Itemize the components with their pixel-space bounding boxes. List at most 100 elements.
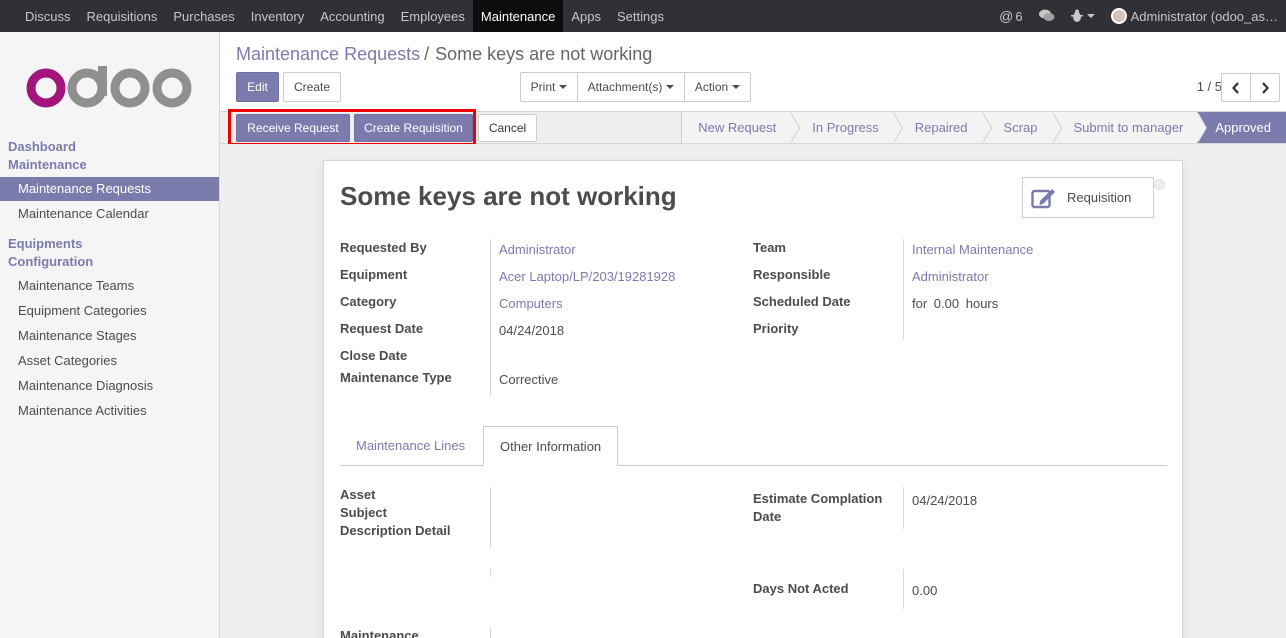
stage-approved[interactable]: Approved <box>1197 112 1286 143</box>
menu-apps[interactable]: Apps <box>563 0 609 32</box>
label-requested-by: Requested By <box>340 240 427 255</box>
field-divider <box>490 487 491 548</box>
stage-scrap[interactable]: Scrap <box>981 112 1062 143</box>
at-icon: @ <box>999 8 1014 24</box>
chevron-left-icon <box>1232 81 1239 94</box>
menu-discuss[interactable]: Discuss <box>17 0 79 32</box>
sidebar-section-equipments[interactable]: Equipments <box>8 235 82 253</box>
sidebar-item-asset-categories[interactable]: Asset Categories <box>0 349 219 373</box>
label-maintenance-type: Maintenance Type <box>340 370 452 385</box>
label-responsible: Responsible <box>753 267 831 282</box>
pager-next-button[interactable] <box>1250 73 1280 102</box>
notebook-tabs: Maintenance Lines Other Information <box>340 426 1167 466</box>
tab-maintenance-lines[interactable]: Maintenance Lines <box>340 426 481 466</box>
sidebar-item-maintenance-diagnosis[interactable]: Maintenance Diagnosis <box>0 374 219 398</box>
label-close-date: Close Date <box>340 348 408 363</box>
label-category: Category <box>340 294 397 309</box>
sidebar: Dashboard Maintenance Maintenance Reques… <box>0 32 220 638</box>
value-request-date: 04/24/2018 <box>499 323 565 338</box>
sidebar-section-maintenance[interactable]: Maintenance <box>8 156 87 174</box>
sidebar-section-configuration[interactable]: Configuration <box>8 253 93 271</box>
stage-repaired[interactable]: Repaired <box>892 112 992 143</box>
edit-icon <box>1031 188 1055 208</box>
create-requisition-button[interactable]: Create Requisition <box>354 114 473 142</box>
menu-requisitions[interactable]: Requisitions <box>79 0 166 32</box>
form-view: Some keys are not working Requisition Re… <box>220 144 1286 638</box>
value-maintenance-type: Corrective <box>499 372 559 387</box>
menu-settings[interactable]: Settings <box>609 0 672 32</box>
print-dropdown[interactable]: Print <box>520 72 578 102</box>
label-team: Team <box>753 240 786 255</box>
breadcrumb-current: Some keys are not working <box>435 44 653 64</box>
edit-button[interactable]: Edit <box>236 72 279 102</box>
chat-button[interactable] <box>1031 0 1063 32</box>
sidebar-item-maintenance-requests[interactable]: Maintenance Requests <box>0 177 219 201</box>
record-title: Some keys are not working <box>340 181 677 211</box>
breadcrumb: Maintenance Requests / Some keys are not w… <box>236 44 652 65</box>
menu-maintenance[interactable]: Maintenance <box>472 0 564 32</box>
debug-button[interactable] <box>1063 0 1103 32</box>
chevron-down-icon <box>666 85 675 89</box>
form-sheet: Some keys are not working Requisition Re… <box>323 160 1183 638</box>
menu-employees[interactable]: Employees <box>393 0 473 32</box>
field-divider <box>903 487 904 529</box>
menu-inventory[interactable]: Inventory <box>243 0 312 32</box>
action-label: Action <box>694 80 729 94</box>
chevron-right-icon <box>1262 81 1269 94</box>
attachments-label: Attachment(s) <box>587 80 663 94</box>
label-priority: Priority <box>753 321 799 336</box>
label-description-detail: Description Detail <box>340 523 451 538</box>
sidebar-item-maintenance-stages[interactable]: Maintenance Stages <box>0 324 219 348</box>
value-days-not-acted: 0.00 <box>912 583 938 598</box>
mentions-button[interactable]: @ 6 <box>991 0 1030 32</box>
print-label: Print <box>530 80 556 94</box>
create-button[interactable]: Create <box>283 72 341 102</box>
systray: @ 6 Administrator (odoo_as… <box>991 0 1286 32</box>
label-asset: Asset <box>340 487 376 502</box>
chat-icon <box>1038 9 1055 21</box>
value-category[interactable]: Computers <box>499 295 563 313</box>
top-navbar: Discuss Requisitions Purchases Inventory… <box>0 0 1286 32</box>
stage-submit-to-manager[interactable]: Submit to manager <box>1051 112 1208 143</box>
app-menu: Discuss Requisitions Purchases Inventory… <box>0 0 672 32</box>
value-estimate-completion-date: 04/24/2018 <box>912 493 978 508</box>
value-responsible[interactable]: Administrator <box>912 268 989 286</box>
label-maintenance-bottom: Maintenance <box>340 628 419 638</box>
menu-accounting[interactable]: Accounting <box>312 0 392 32</box>
action-dropdown[interactable]: Action <box>684 72 751 102</box>
odoo-logo <box>26 66 196 110</box>
attachments-dropdown[interactable]: Attachment(s) <box>577 72 685 102</box>
sidebar-section-dashboard[interactable]: Dashboard <box>8 138 76 156</box>
stage-new-request[interactable]: New Request <box>681 112 801 143</box>
pager-value: 1 / 5 <box>1196 79 1222 94</box>
field-divider <box>490 569 491 577</box>
menu-purchases[interactable]: Purchases <box>165 0 242 32</box>
chevron-down-icon <box>732 85 741 89</box>
label-equipment: Equipment <box>340 267 408 282</box>
sidebar-item-equipment-categories[interactable]: Equipment Categories <box>0 299 219 323</box>
value-requested-by[interactable]: Administrator <box>499 241 576 259</box>
breadcrumb-separator: / <box>424 44 430 64</box>
label-days-not-acted: Days Not Acted <box>753 581 849 596</box>
sidebar-item-maintenance-teams[interactable]: Maintenance Teams <box>0 274 219 298</box>
breadcrumb-parent[interactable]: Maintenance Requests <box>236 44 420 64</box>
sidebar-item-maintenance-activities[interactable]: Maintenance Activities <box>0 399 219 423</box>
stage-in-progress[interactable]: In Progress <box>790 112 904 143</box>
receive-request-button[interactable]: Receive Request <box>236 114 350 142</box>
pager-previous-button[interactable] <box>1221 73 1251 102</box>
label-request-date: Request Date <box>340 321 424 336</box>
field-divider <box>490 239 491 396</box>
requisition-smart-button[interactable]: Requisition <box>1022 177 1154 218</box>
scheduled-duration: 0.00 <box>933 296 960 311</box>
mentions-count: 6 <box>1015 8 1023 24</box>
value-equipment[interactable]: Acer Laptop/LP/203/19281928 <box>499 268 675 286</box>
chevron-down-icon <box>1086 14 1095 18</box>
sidebar-item-maintenance-calendar[interactable]: Maintenance Calendar <box>0 202 219 226</box>
tab-other-information[interactable]: Other Information <box>483 426 619 466</box>
value-team[interactable]: Internal Maintenance <box>912 241 1033 259</box>
user-menu[interactable]: Administrator (odoo_as… <box>1103 0 1286 32</box>
scheduled-unit: hours <box>965 296 999 311</box>
user-name: Administrator (odoo_as… <box>1130 8 1278 24</box>
cancel-button[interactable]: Cancel <box>478 114 537 142</box>
field-divider <box>903 239 904 339</box>
